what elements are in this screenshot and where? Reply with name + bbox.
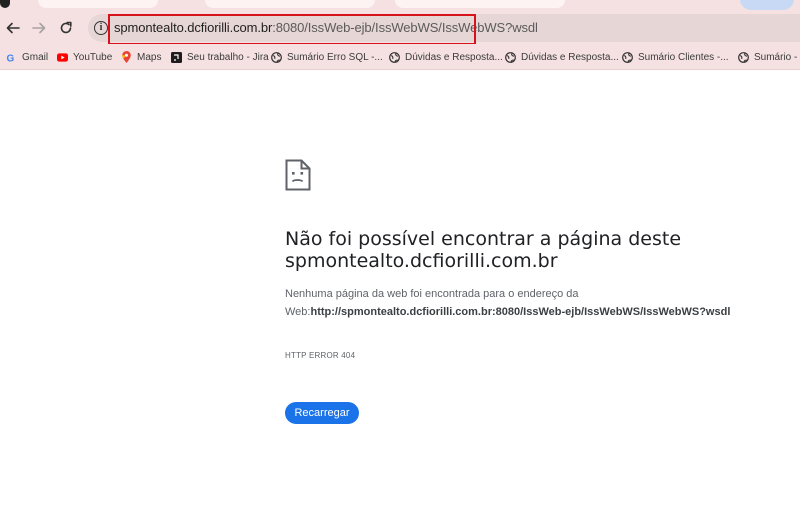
tab-stub[interactable] — [395, 0, 565, 8]
tab-stub[interactable] — [205, 0, 375, 8]
bookmark-item[interactable]: Sumário Erro SQL -... — [271, 50, 383, 64]
bookmark-label: Seu trabalho - Jira — [187, 51, 269, 63]
bookmarks-bar: G Gmail YouTube Maps Seu trabalho - Jira… — [0, 44, 800, 70]
gmail-icon: G — [6, 52, 17, 63]
bookmark-item[interactable]: Sumário - D — [738, 50, 800, 64]
back-arrow-icon — [6, 22, 20, 34]
refresh-icon — [60, 21, 72, 34]
bookmark-gmail[interactable]: G Gmail — [6, 50, 49, 64]
error-page: Não foi possível encontrar a página dest… — [0, 70, 800, 522]
reload-page-button[interactable] — [54, 16, 78, 40]
globe-icon — [389, 51, 400, 63]
bookmark-item[interactable]: Dúvidas e Resposta... — [389, 50, 503, 64]
error-code: HTTP ERROR 404 — [285, 351, 356, 360]
error-description: Nenhuma página da web foi encontrada par… — [285, 285, 735, 321]
error-title: Não foi possível encontrar a página dest… — [285, 228, 682, 272]
url-text[interactable]: spmontealto.dcfiorilli.com.br:8080/IssWe… — [114, 20, 538, 35]
bookmark-label: Dúvidas e Resposta... — [405, 51, 503, 63]
youtube-icon — [57, 52, 68, 63]
bookmark-maps[interactable]: Maps — [121, 50, 161, 64]
site-info-icon[interactable]: i — [94, 21, 108, 35]
browser-toolbar: i spmontealto.dcfiorilli.com.br:8080/Iss… — [0, 12, 800, 44]
bookmark-label: Maps — [137, 51, 162, 63]
bookmark-youtube[interactable]: YouTube — [57, 50, 112, 64]
globe-icon — [622, 51, 633, 63]
forward-arrow-icon — [32, 22, 46, 34]
bookmark-label: Sumário - D — [754, 51, 800, 63]
globe-icon — [271, 51, 282, 63]
bookmark-item[interactable]: Sumário Clientes -... — [622, 50, 729, 64]
error-url: http://spmontealto.dcfiorilli.com.br:808… — [310, 306, 731, 318]
svg-text:G: G — [7, 53, 15, 63]
back-button[interactable] — [1, 16, 25, 40]
address-bar[interactable]: i spmontealto.dcfiorilli.com.br:8080/Iss… — [88, 14, 800, 42]
profile-button[interactable] — [740, 0, 794, 10]
jira-icon — [171, 51, 182, 63]
globe-icon — [505, 51, 516, 63]
sad-document-icon — [285, 159, 311, 196]
tab-stub[interactable] — [0, 0, 10, 8]
maps-icon — [121, 51, 132, 63]
bookmark-label: Sumário Erro SQL -... — [287, 51, 383, 63]
tab-stub[interactable] — [38, 0, 158, 8]
globe-icon — [738, 51, 749, 63]
recarregar-button[interactable]: Recarregar — [285, 402, 359, 424]
url-path: :8080/IssWeb-ejb/IssWebWS/IssWebWS?wsdl — [272, 20, 538, 35]
url-host: spmontealto.dcfiorilli.com.br — [114, 20, 273, 35]
tab-strip — [0, 0, 800, 12]
bookmark-label: Gmail — [22, 51, 49, 63]
bookmark-label: Dúvidas e Resposta... — [521, 51, 619, 63]
bookmark-label: YouTube — [73, 51, 113, 63]
forward-button[interactable] — [27, 16, 51, 40]
bookmark-label: Sumário Clientes -... — [638, 51, 729, 63]
bookmark-jira[interactable]: Seu trabalho - Jira — [171, 50, 269, 64]
bookmark-item[interactable]: Dúvidas e Resposta... — [505, 50, 619, 64]
